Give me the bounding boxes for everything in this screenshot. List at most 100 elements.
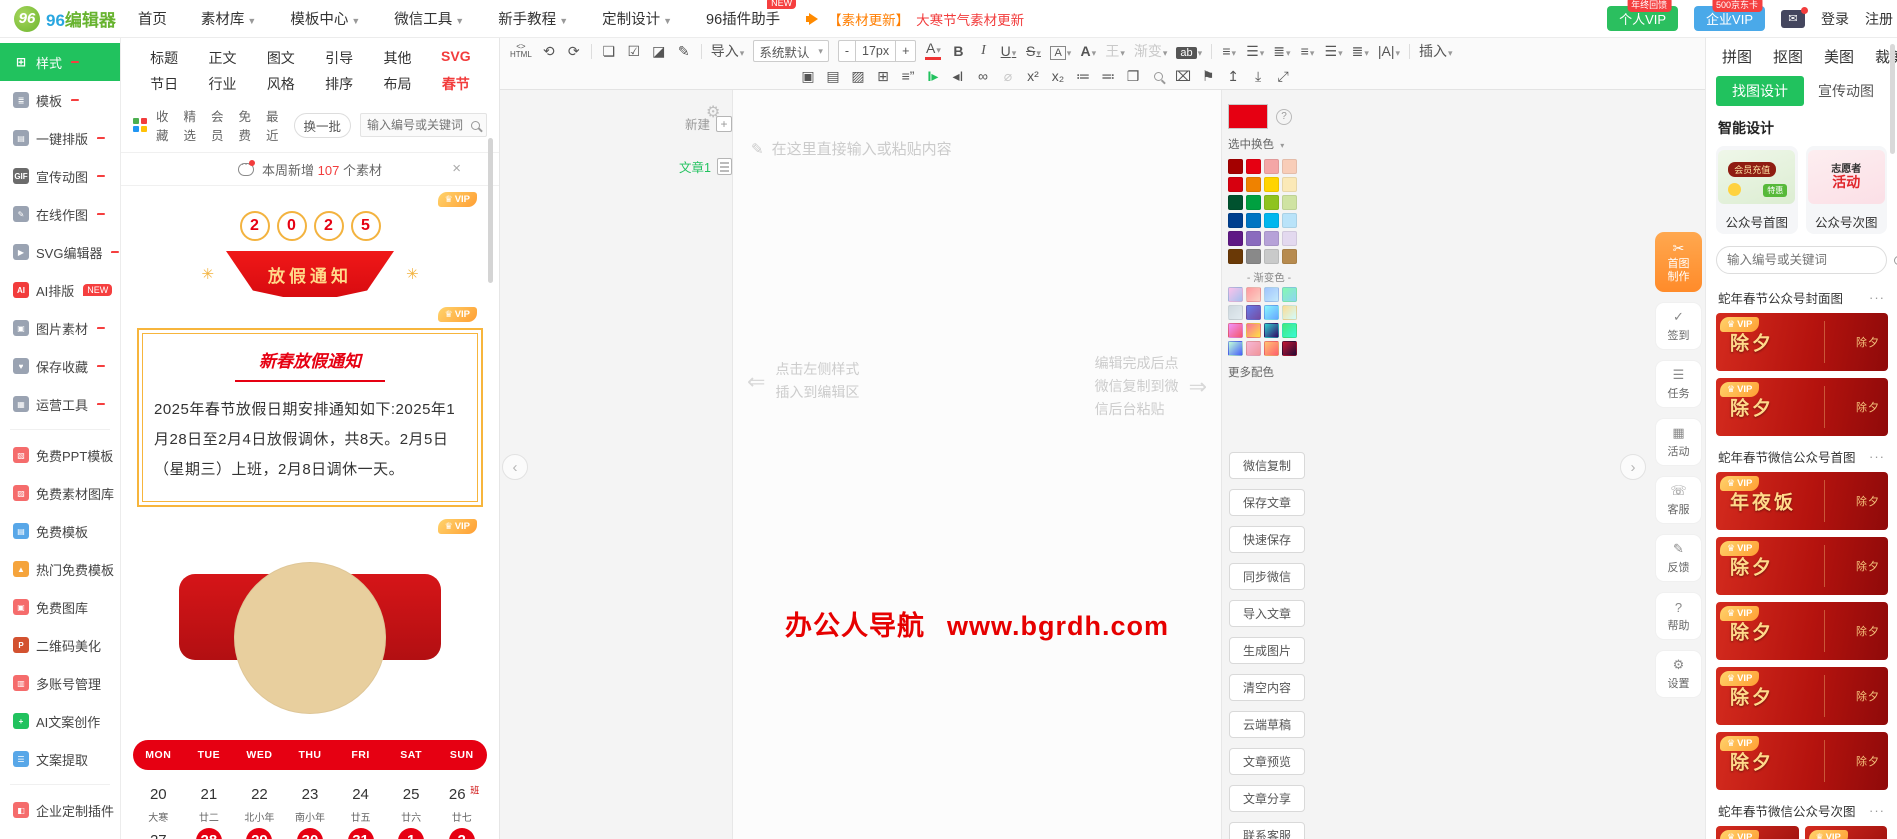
action-button[interactable]: 文章分享 <box>1229 785 1305 812</box>
sidebar-item[interactable]: ☏ 联系在线客服 <box>0 829 120 839</box>
bullet-list-icon[interactable]: ≔ <box>1075 68 1091 85</box>
smart-card-cover[interactable]: 会员充值 特惠 公众号首图 <box>1716 146 1798 234</box>
app-logo[interactable]: 96 96编辑器 <box>0 5 138 32</box>
align-top-button[interactable]: ≡▾ <box>1300 43 1316 59</box>
style-preview-notice-card[interactable]: 新春放假通知 2025年春节放假日期安排通知如下:2025年1月28日至2月4日… <box>137 328 483 507</box>
sidebar-item[interactable]: AI AI排版 NEW <box>0 271 120 309</box>
sidebar-item[interactable]: ⊞ 样式 <box>0 43 120 81</box>
article-1-tab[interactable]: 文章1 <box>648 157 732 176</box>
category-item[interactable]: 排序 <box>310 74 368 94</box>
color-filter-icon[interactable] <box>133 118 147 132</box>
gradient-swatch[interactable] <box>1264 305 1279 320</box>
color-swatch[interactable] <box>1246 231 1261 246</box>
font-size-value[interactable]: 17px <box>855 41 897 61</box>
gradient-swatch[interactable] <box>1282 287 1297 302</box>
color-swatch[interactable] <box>1282 213 1297 228</box>
secondary-thumbnail[interactable]: ♛VIP 除夕 <box>1716 826 1799 839</box>
import-menu[interactable]: 导入▾ <box>711 41 745 61</box>
action-button[interactable]: 云端草稿 <box>1229 711 1305 738</box>
smart-card-secondary[interactable]: 志愿者 活动 公众号次图 <box>1805 146 1887 234</box>
background-pattern-icon[interactable]: ▨ <box>850 68 866 85</box>
color-swatch[interactable] <box>1246 213 1261 228</box>
cover-thumbnail[interactable]: ♛ VIP 除夕 除夕 <box>1716 378 1888 436</box>
letter-spacing-button[interactable]: |A|▾ <box>1378 43 1400 59</box>
fullscreen-icon[interactable]: ⤢ <box>1275 68 1291 85</box>
color-swatch[interactable] <box>1264 249 1279 264</box>
category-item[interactable]: 其他 <box>368 48 426 68</box>
insert-table-icon[interactable]: ⊞ <box>875 68 891 85</box>
floatbar-item[interactable]: ☰ 任务 <box>1655 360 1702 408</box>
superscript-icon[interactable]: x² <box>1025 68 1041 84</box>
tab-collage[interactable]: 拼图 <box>1722 46 1752 67</box>
current-color-swatch[interactable] <box>1228 104 1268 129</box>
find-image-design-button[interactable]: 找图设计 <box>1716 76 1804 106</box>
action-button[interactable]: 生成图片 <box>1229 637 1305 664</box>
category-item[interactable]: 节日 <box>135 74 193 94</box>
sidebar-item[interactable]: ▣ 图片素材 <box>0 309 120 347</box>
more-icon[interactable]: ··· <box>1869 290 1885 305</box>
format-brush-icon[interactable]: ✎ <box>676 43 692 60</box>
nav-tutorials[interactable]: 新手教程 ▼ <box>498 8 568 29</box>
redo-icon[interactable]: ⟳ <box>566 43 582 60</box>
new-document-icon[interactable]: ❏ <box>601 43 617 60</box>
align-center-button[interactable]: ☰▾ <box>1325 43 1343 60</box>
help-icon[interactable]: ? <box>1276 108 1292 125</box>
bold-button[interactable]: B <box>950 43 966 59</box>
cover-thumbnail[interactable]: ♛ VIP 除夕 除夕 <box>1716 313 1888 371</box>
gradient-swatch[interactable] <box>1246 323 1261 338</box>
gradient-text-button[interactable]: 渐变▾ <box>1134 41 1168 61</box>
filter-featured[interactable]: 精选 <box>184 106 203 144</box>
announcement[interactable]: 【素材更新】 大寒节气素材更新 <box>806 9 1024 29</box>
secondary-thumbnail[interactable]: ♛VIP 除夕 <box>1804 826 1887 839</box>
action-button[interactable]: 快速保存 <box>1229 526 1305 553</box>
action-button[interactable]: 同步微信 <box>1229 563 1305 590</box>
nav-plugin-assistant[interactable]: 96插件助手 NEW <box>706 0 797 29</box>
first-image-thumbnail[interactable]: ♛ VIP 除夕 除夕 <box>1716 602 1888 660</box>
link-icon[interactable]: ∞ <box>975 68 991 84</box>
font-size-minus[interactable]: - <box>839 41 855 61</box>
enterprise-vip-button[interactable]: 企业VIP 500京东卡 <box>1694 0 1765 31</box>
download-icon[interactable]: ⤓ <box>1250 68 1266 85</box>
nav-home[interactable]: 首页 <box>138 8 167 29</box>
collapse-right-panel-button[interactable]: › <box>1620 454 1646 480</box>
filter-member[interactable]: 会员 <box>211 106 230 144</box>
floatbar-item[interactable]: ? 帮助 <box>1655 592 1702 640</box>
new-article-tab[interactable]: 新建 + <box>648 114 732 133</box>
paste-icon[interactable]: ❐ <box>1125 68 1141 85</box>
gradient-swatch[interactable] <box>1282 341 1297 356</box>
back-to-top-icon[interactable]: ↥ <box>1225 68 1241 85</box>
color-swatch[interactable] <box>1246 249 1261 264</box>
gradient-swatch[interactable] <box>1228 341 1243 356</box>
sidebar-item[interactable]: ▧ 免费PPT模板 <box>0 436 120 474</box>
action-button[interactable]: 文章预览 <box>1229 748 1305 775</box>
color-swatch[interactable] <box>1228 195 1243 210</box>
mail-icon[interactable]: ✉ <box>1781 6 1808 28</box>
login-link[interactable]: 登录 <box>1821 9 1849 29</box>
style-preview-calendar[interactable]: MON TUE WED THU FRI SAT SUN 20 大寒 21 廿二 22 北小年 <box>133 562 487 839</box>
color-swatch[interactable] <box>1228 213 1243 228</box>
tab-beautify[interactable]: 美图 <box>1824 46 1854 67</box>
blockquote-icon[interactable]: ≡” <box>900 68 916 84</box>
first-image-thumbnail[interactable]: ♛ VIP 除夕 除夕 <box>1716 537 1888 595</box>
sidebar-item[interactable]: ▦ 运营工具 <box>0 385 120 423</box>
color-swatch[interactable] <box>1228 159 1243 174</box>
category-item[interactable]: SVG <box>427 48 485 68</box>
floatbar-item[interactable]: ✎ 反馈 <box>1655 534 1702 582</box>
editor-page[interactable]: ✎ 在这里直接输入或粘贴内容 ⇐ 点击左侧样式 插入到编辑区 编辑完成后点 微信复制… <box>732 90 1222 839</box>
subscript-icon[interactable]: x₂ <box>1050 68 1066 84</box>
color-swatch[interactable] <box>1264 195 1279 210</box>
color-swatch[interactable] <box>1246 159 1261 174</box>
color-swatch[interactable] <box>1282 231 1297 246</box>
style-preview-2025[interactable]: 2025 ✳ 放假通知 ✳ <box>133 209 487 297</box>
category-item[interactable]: 布局 <box>368 74 426 94</box>
find-replace-icon[interactable] <box>1150 68 1166 84</box>
first-image-thumbnail[interactable]: ♛ VIP 年夜饭 除夕 <box>1716 472 1888 530</box>
margin-button[interactable]: ≣▾ <box>1352 43 1369 60</box>
more-icon[interactable]: ··· <box>1869 449 1885 464</box>
html-source-icon[interactable]: <> HTML <box>510 43 532 59</box>
sidebar-item[interactable]: ▲ 热门免费模板 <box>0 550 120 588</box>
sidebar-item[interactable]: ≣ 模板 <box>0 81 120 119</box>
font-color-button[interactable]: A▾ <box>925 41 942 60</box>
more-icon[interactable]: ··· <box>1869 803 1885 818</box>
register-link[interactable]: 注册 <box>1865 9 1893 29</box>
